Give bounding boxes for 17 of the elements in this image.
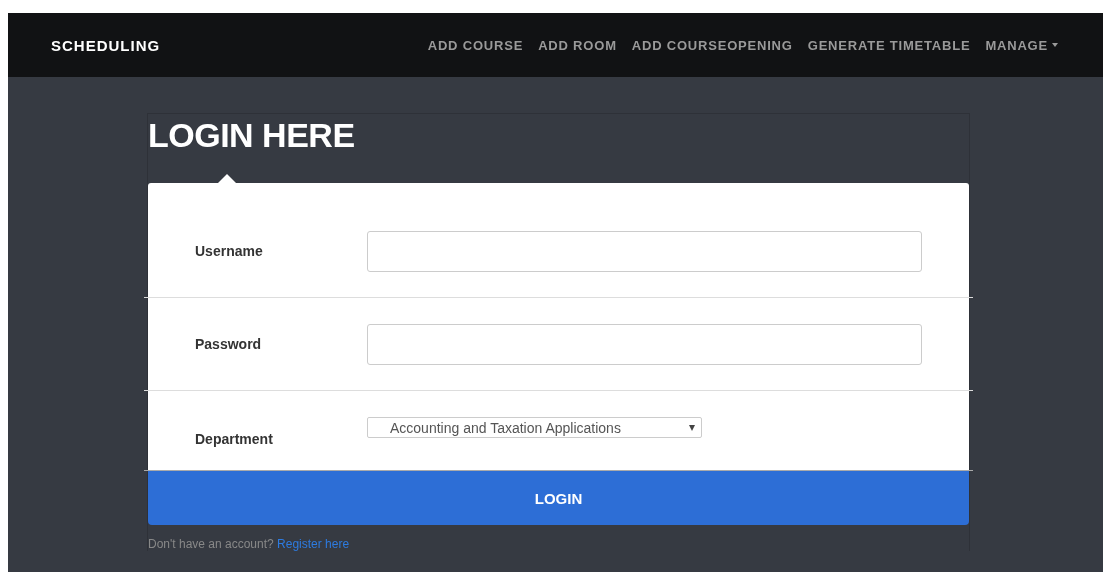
nav-link[interactable]: GENERATE TIMETABLE bbox=[807, 37, 971, 53]
signup-prompt: Don't have an account? Register here bbox=[148, 537, 351, 551]
field-label: Password bbox=[194, 336, 263, 352]
field-label: Department bbox=[194, 431, 274, 447]
department-select[interactable]: Accounting and Taxation Applications bbox=[367, 417, 702, 438]
password-field[interactable] bbox=[367, 323, 922, 365]
caret-icon bbox=[689, 424, 695, 431]
nav-link[interactable]: ADD ROOM bbox=[538, 37, 617, 53]
nav-link[interactable]: ADD COURSEOPENING bbox=[631, 37, 793, 53]
nav-dropdown[interactable]: MANAGE bbox=[985, 37, 1058, 53]
login-button[interactable]: LOGIN bbox=[148, 471, 969, 525]
brand-link[interactable]: SCHEDULING bbox=[51, 36, 161, 54]
caret-icon bbox=[1052, 43, 1058, 47]
field-label: Username bbox=[194, 243, 264, 259]
nav-link[interactable]: ADD COURSE bbox=[427, 37, 524, 53]
username-field[interactable] bbox=[367, 230, 922, 272]
panel-title: LOGIN HERE bbox=[148, 115, 355, 156]
